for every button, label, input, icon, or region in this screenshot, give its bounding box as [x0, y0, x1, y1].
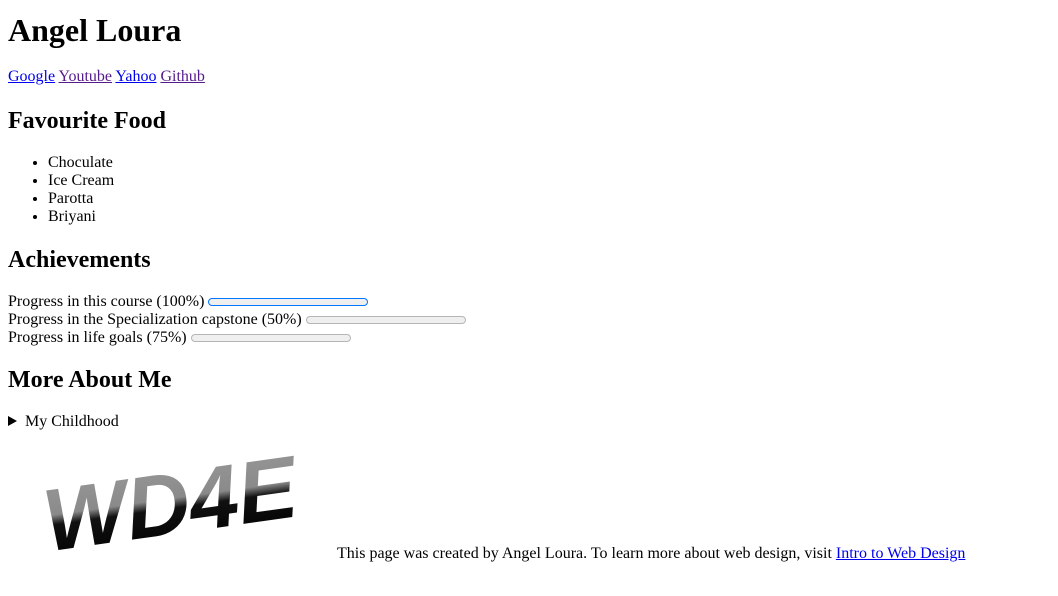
progress-label: Progress in the Specialization capstone …: [8, 311, 302, 328]
progress-label: Progress in life goals (75%): [8, 329, 187, 346]
progress-bar-course: [208, 298, 369, 306]
footer: This page was created by Angel Loura. To…: [337, 545, 965, 563]
page-title: Angel Loura: [8, 12, 182, 48]
progress-bar-life-goals: [190, 334, 351, 342]
nav-link-yahoo[interactable]: Yahoo: [115, 68, 156, 85]
footer-text: This page was created by Angel Loura. To…: [337, 545, 836, 562]
progress-list: Progress in this course (100%) Progress …: [8, 293, 466, 347]
list-item: Choculate: [48, 154, 114, 172]
list-item: Ice Cream: [48, 172, 114, 190]
childhood-disclosure[interactable]: My Childhood: [8, 413, 119, 431]
progress-row: Progress in the Specialization capstone …: [8, 311, 466, 329]
list-item: Briyani: [48, 208, 114, 226]
logo-text: WD4E: [37, 436, 305, 562]
nav-link-github[interactable]: Github: [160, 68, 204, 85]
intro-web-design-link[interactable]: Intro to Web Design: [836, 545, 966, 562]
list-item: Parotta: [48, 190, 114, 208]
nav-links: Google Youtube Yahoo Github: [8, 68, 205, 86]
wd4e-logo: WD4E: [37, 436, 305, 562]
more-about-me-heading: More About Me: [8, 367, 172, 393]
progress-bar-capstone: [305, 316, 466, 324]
page: Angel Loura Google Youtube Yahoo Github …: [0, 0, 1058, 596]
nav-link-google[interactable]: Google: [8, 68, 55, 85]
favourite-food-heading: Favourite Food: [8, 108, 166, 134]
disclosure-triangle-icon: [8, 416, 17, 426]
progress-row: Progress in life goals (75%): [8, 329, 466, 347]
progress-label: Progress in this course (100%): [8, 293, 205, 310]
food-list: Choculate Ice Cream Parotta Briyani: [8, 154, 114, 226]
disclosure-summary: My Childhood: [25, 413, 119, 430]
achievements-heading: Achievements: [8, 247, 151, 273]
nav-link-youtube[interactable]: Youtube: [59, 68, 113, 85]
progress-row: Progress in this course (100%): [8, 293, 466, 311]
